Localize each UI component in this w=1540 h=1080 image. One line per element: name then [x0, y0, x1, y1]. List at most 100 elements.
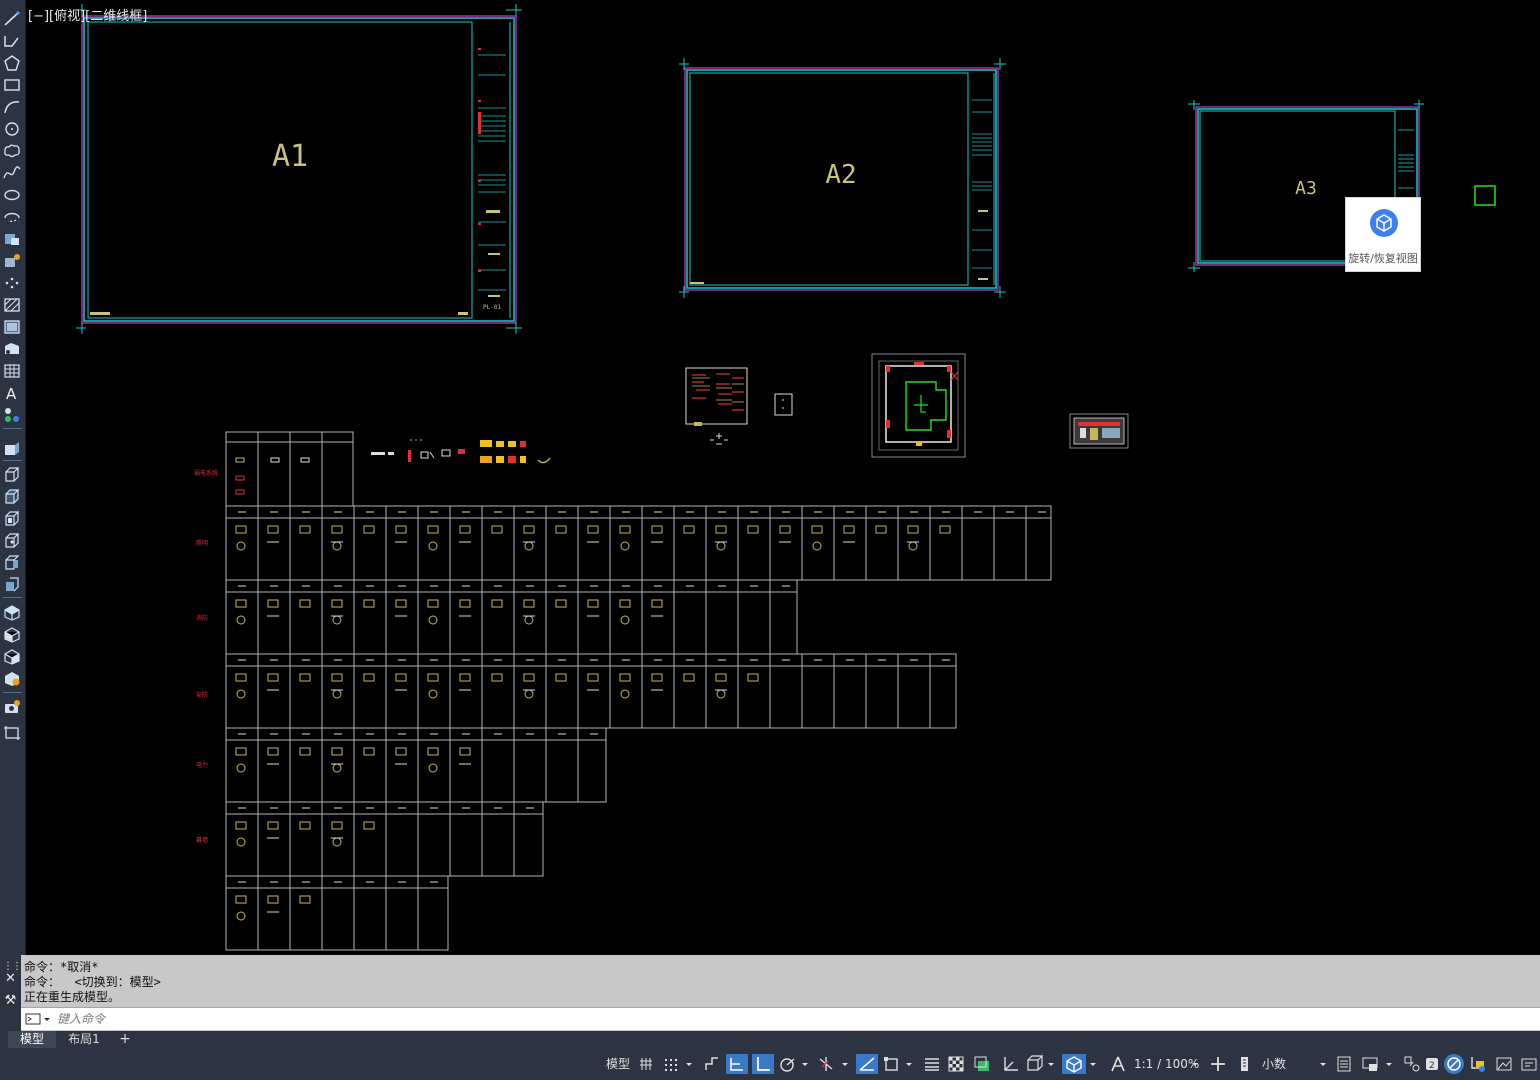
- hatch-icon[interactable]: [2, 296, 22, 314]
- revcloud-icon[interactable]: [2, 142, 22, 160]
- polygon-icon[interactable]: [2, 54, 22, 72]
- lineweight-icon[interactable]: [922, 1054, 942, 1074]
- wedge-icon[interactable]: [2, 488, 22, 506]
- arc-icon[interactable]: [2, 98, 22, 116]
- chevron-down-icon[interactable]: [1384, 1054, 1394, 1074]
- floor-plan-detail[interactable]: [871, 353, 966, 458]
- object-snap-icon[interactable]: [882, 1054, 902, 1074]
- hardware-acceleration-icon[interactable]: 2: [1424, 1054, 1440, 1074]
- selection-cycling-icon[interactable]: [972, 1054, 992, 1074]
- graphics-performance-icon[interactable]: [1494, 1054, 1514, 1074]
- annotation-monitor-icon[interactable]: [1468, 1054, 1488, 1074]
- category-label: 安防: [196, 691, 208, 699]
- legend-symbol: [587, 673, 599, 691]
- customization-menu-icon[interactable]: [1520, 1054, 1538, 1074]
- sheet-a1[interactable]: PL-01 A1: [76, 4, 522, 334]
- annotation-scale-icon[interactable]: [1108, 1054, 1128, 1074]
- command-panel-handle[interactable]: ⋮⋮ ✕ ⚒: [0, 955, 22, 1031]
- sheet-a2[interactable]: A2: [679, 58, 1006, 298]
- close-icon[interactable]: ✕: [3, 971, 18, 986]
- transparency-icon[interactable]: [946, 1054, 966, 1074]
- history-line: 命令： <切换到：模型>: [24, 975, 161, 989]
- gizmo-icon[interactable]: [1062, 1054, 1086, 1074]
- rectangle-icon[interactable]: [2, 76, 22, 94]
- viewport-controls-label[interactable]: [−][俯视][二维线框]: [28, 5, 147, 24]
- object-snap-tracking-icon[interactable]: [856, 1054, 878, 1074]
- legend-symbol: [651, 673, 663, 691]
- intersect-icon[interactable]: [2, 626, 22, 644]
- isodraft-icon[interactable]: [816, 1054, 836, 1074]
- grid-icon[interactable]: [638, 1054, 654, 1074]
- union-icon[interactable]: [2, 576, 22, 594]
- customize-icon[interactable]: ⚒: [3, 993, 18, 1008]
- legend-symbol: [427, 599, 439, 625]
- elevation-detail[interactable]: [1069, 413, 1129, 449]
- dynamic-ucs-icon[interactable]: [1024, 1054, 1044, 1074]
- insert-block-icon[interactable]: [2, 230, 22, 248]
- camera-icon[interactable]: [2, 698, 22, 716]
- box-icon[interactable]: [2, 466, 22, 484]
- text-icon[interactable]: A: [2, 384, 22, 402]
- legend-symbol: [235, 821, 247, 847]
- clean-screen-icon[interactable]: [1444, 1054, 1464, 1074]
- table-icon[interactable]: [2, 362, 22, 380]
- chevron-down-icon[interactable]: [840, 1054, 850, 1074]
- lock-ui-icon[interactable]: [1360, 1054, 1380, 1074]
- ellipse-icon[interactable]: [2, 186, 22, 204]
- polyline-icon[interactable]: [2, 32, 22, 50]
- command-prompt-icon[interactable]: [25, 1011, 51, 1027]
- make-block-icon[interactable]: [2, 252, 22, 270]
- viewcube-restore-button[interactable]: 旋转/恢复视图: [1345, 197, 1421, 272]
- chevron-down-icon[interactable]: [1190, 1054, 1200, 1074]
- infer-constraints-icon[interactable]: [702, 1054, 722, 1074]
- command-line-panel: ⋮⋮ ✕ ⚒ 命令：*取消* 命令： <切换到：模型> 正在重生成模型。: [0, 955, 1540, 1031]
- ortho-mode-icon[interactable]: [752, 1054, 774, 1074]
- model-space-viewport[interactable]: PL-01 A1 A2 A3 弱电系统 照明 消防 安防 电力 暮墙 [−][俯…: [26, 0, 1540, 955]
- interfere-icon[interactable]: [2, 648, 22, 666]
- solid-edit-icon[interactable]: [2, 670, 22, 688]
- circle-icon[interactable]: [2, 120, 22, 138]
- system-diagram-detail[interactable]: [685, 367, 748, 445]
- ellipse-arc-icon[interactable]: [2, 208, 22, 226]
- polar-tracking-icon[interactable]: [778, 1054, 798, 1074]
- chevron-down-icon[interactable]: [800, 1054, 810, 1074]
- dynamic-input-icon[interactable]: [726, 1054, 748, 1074]
- legend-symbol: [555, 599, 567, 608]
- units-icon[interactable]: [1238, 1054, 1252, 1074]
- cone-icon[interactable]: [2, 510, 22, 528]
- legend-symbol: [555, 673, 567, 682]
- cylinder-icon[interactable]: [2, 554, 22, 572]
- line-icon[interactable]: [2, 10, 22, 28]
- 3d-object-snap-icon[interactable]: [1000, 1054, 1020, 1074]
- chevron-down-icon[interactable]: [1088, 1054, 1098, 1074]
- chevron-down-icon[interactable]: [1318, 1054, 1328, 1074]
- add-layout-button[interactable]: +: [114, 1031, 136, 1048]
- viewport-icon[interactable]: [2, 724, 22, 742]
- sphere-icon[interactable]: [2, 532, 22, 550]
- region-icon[interactable]: [2, 340, 22, 358]
- legend-symbol: [331, 525, 343, 551]
- command-input[interactable]: [55, 1009, 1529, 1029]
- chevron-down-icon[interactable]: [904, 1054, 914, 1074]
- legend-symbol: [331, 673, 343, 699]
- tab-model[interactable]: 模型: [8, 1031, 56, 1048]
- isolate-objects-icon[interactable]: [1402, 1054, 1422, 1074]
- extrude-icon[interactable]: [2, 440, 22, 458]
- chevron-down-icon[interactable]: [684, 1054, 694, 1074]
- add-selected-icon[interactable]: [2, 406, 22, 424]
- quick-properties-icon[interactable]: [1336, 1054, 1352, 1074]
- point-icon[interactable]: [2, 274, 22, 292]
- legend-symbol: [683, 673, 695, 682]
- subtract-icon[interactable]: [2, 604, 22, 622]
- tab-layout1[interactable]: 布局1: [60, 1031, 108, 1048]
- model-space-button[interactable]: 模型: [606, 1054, 630, 1074]
- chevron-down-icon[interactable]: [1046, 1054, 1056, 1074]
- snap-grid-icon[interactable]: [662, 1054, 680, 1074]
- selection-marker[interactable]: [1474, 185, 1496, 206]
- spline-icon[interactable]: [2, 164, 22, 182]
- small-detail-box[interactable]: [774, 393, 793, 416]
- gradient-icon[interactable]: [2, 318, 22, 336]
- units-value[interactable]: 小数: [1262, 1054, 1286, 1074]
- legend-symbol: [907, 525, 919, 551]
- workspace-icon[interactable]: [1208, 1054, 1228, 1074]
